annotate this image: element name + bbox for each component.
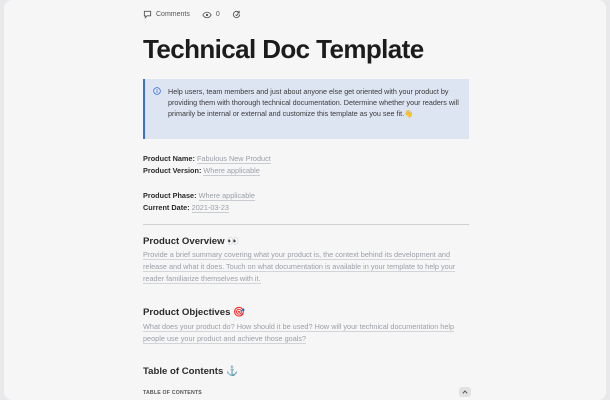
objectives-heading: Product Objectives 🎯 (143, 307, 246, 318)
product-name-value[interactable]: Fabulous New Product (196, 154, 271, 164)
objectives-text: What does your product do? How should it… (143, 322, 455, 345)
product-phase-label: Product Phase: (143, 191, 197, 200)
product-name-label: Product Name: (143, 154, 195, 163)
product-phase-value[interactable]: Where applicable (198, 191, 255, 201)
history-icon (232, 10, 240, 19)
current-date-label: Current Date: (143, 203, 190, 212)
overview-paragraph[interactable]: Provide a brief summary covering what yo… (143, 249, 473, 286)
info-icon (153, 87, 161, 95)
product-version-field: Product Version: Where applicable (143, 165, 260, 177)
page-title: Technical Doc Template (143, 34, 424, 64)
current-date-value[interactable]: 2021-03-23 (191, 203, 229, 213)
product-name-field: Product Name: Fabulous New Product (143, 153, 271, 165)
product-phase-field: Product Phase: Where applicable (143, 190, 255, 202)
callout-text: Help users, team members and just about … (168, 87, 459, 119)
toc-block-label: TABLE OF CONTENTS (143, 390, 202, 396)
toc-heading: Table of Contents ⚓ (143, 366, 238, 377)
divider (143, 224, 469, 225)
product-version-label: Product Version: (143, 166, 202, 175)
toc-collapse-button[interactable] (459, 387, 471, 397)
comment-icon (143, 10, 152, 19)
objectives-paragraph[interactable]: What does your product do? How should it… (143, 321, 473, 345)
info-callout: Help users, team members and just about … (143, 79, 469, 139)
product-version-value[interactable]: Where applicable (203, 166, 260, 176)
views-counter[interactable]: 0 (202, 11, 220, 19)
overview-heading: Product Overview 👀 (143, 236, 240, 247)
comments-label: Comments (156, 11, 190, 18)
comments-button[interactable]: Comments (143, 10, 190, 19)
views-count: 0 (215, 11, 220, 18)
doc-toolbar: Comments 0 (143, 10, 247, 19)
chevron-up-icon (462, 390, 468, 394)
document-page: Comments 0 Technical Doc Template Help u… (4, 0, 606, 400)
history-button[interactable] (232, 10, 241, 19)
current-date-field: Current Date: 2021-03-23 (143, 202, 229, 214)
overview-text: Provide a brief summary covering what yo… (143, 250, 456, 285)
eye-icon (202, 11, 212, 18)
